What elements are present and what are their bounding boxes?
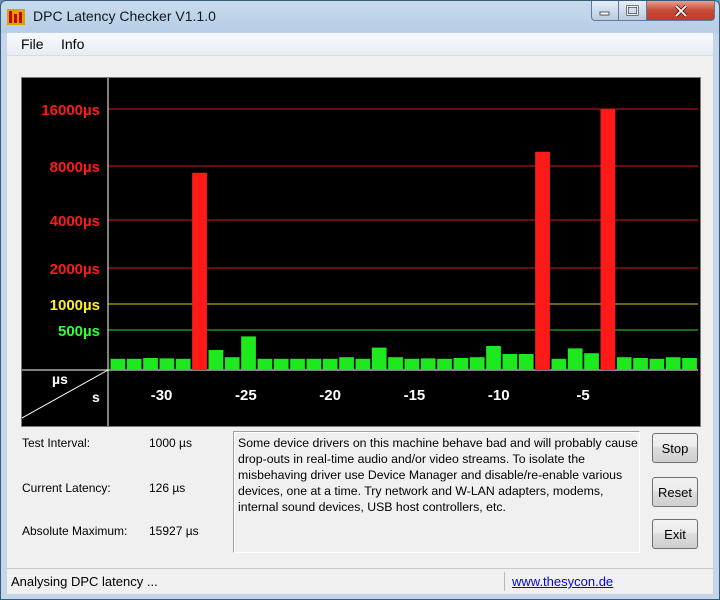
y-tick-label: 4000µs	[50, 213, 100, 230]
maximize-icon	[625, 4, 639, 16]
latency-chart: 16000µs 8000µs 4000µs 2000µs 1000µs 500µs µs s -…	[21, 77, 701, 427]
latency-bar	[584, 353, 599, 370]
close-icon	[674, 4, 687, 17]
x-tick-label: -25	[235, 387, 257, 404]
latency-chart-svg: 16000µs 8000µs 4000µs 2000µs 1000µs 500µs µs s -…	[22, 78, 698, 426]
x-unit-label: s	[92, 389, 100, 405]
latency-bar	[355, 358, 371, 370]
menu-bar: File Info	[7, 33, 713, 56]
latency-bar	[126, 358, 142, 370]
latency-bar	[682, 358, 697, 370]
latency-bar	[649, 358, 665, 370]
message-panel: Some device drivers on this machine beha…	[233, 431, 640, 553]
latency-bar	[388, 357, 403, 370]
latency-bar	[339, 357, 354, 370]
reset-button[interactable]: Reset	[652, 477, 698, 507]
latency-bar	[616, 357, 632, 370]
latency-bar	[486, 346, 501, 370]
minimize-button[interactable]	[591, 1, 619, 21]
diagnostic-message: Some device drivers on this machine beha…	[238, 436, 638, 514]
menu-info[interactable]: Info	[61, 36, 84, 52]
test-interval-value: 1000 µs	[149, 436, 192, 450]
y-tick-label: 2000µs	[50, 261, 100, 278]
x-tick-label: -30	[151, 387, 173, 404]
client-area: File Info 16000µs 8000µs 4000µs 2000µs 1000µ…	[7, 33, 713, 594]
current-latency-value: 126 µs	[149, 481, 186, 495]
latency-bar	[469, 357, 485, 370]
latency-bar	[551, 358, 567, 370]
latency-bar	[241, 336, 256, 370]
test-interval-label: Test Interval:	[22, 436, 91, 450]
stop-button[interactable]: Stop	[652, 433, 698, 463]
x-tick-label: -20	[319, 387, 341, 404]
current-latency-label: Current Latency:	[22, 481, 111, 495]
latency-bar	[175, 358, 191, 370]
latency-bar	[224, 357, 240, 370]
latency-bar	[208, 350, 224, 370]
y-tick-label: 16000µs	[41, 102, 100, 119]
latency-bar	[633, 358, 648, 370]
menu-file[interactable]: File	[21, 36, 44, 52]
latency-bar	[404, 358, 420, 370]
latency-bar	[273, 358, 289, 370]
status-separator	[504, 572, 505, 591]
latency-bar	[143, 358, 158, 370]
close-button[interactable]	[647, 1, 715, 21]
latency-bar	[420, 358, 436, 370]
x-tick-label: -15	[404, 387, 426, 404]
latency-bar	[159, 358, 175, 370]
latency-bar	[371, 347, 387, 370]
y-unit-label: µs	[52, 371, 68, 387]
app-window: DPC Latency Checker V1.1.0 File Info 160…	[0, 0, 720, 600]
status-bar: Analysing DPC latency ... www.thesycon.d…	[7, 568, 713, 594]
latency-bar	[306, 358, 322, 370]
exit-button[interactable]: Exit	[652, 519, 698, 549]
latency-bar	[192, 172, 207, 370]
absolute-maximum-label: Absolute Maximum:	[22, 524, 128, 538]
window-title: DPC Latency Checker V1.1.0	[33, 8, 216, 24]
y-tick-label: 1000µs	[50, 297, 100, 314]
x-tick-label: -5	[576, 387, 589, 404]
latency-bar	[437, 358, 452, 370]
latency-bar	[535, 151, 550, 370]
latency-bar	[453, 358, 469, 370]
latency-bar	[502, 354, 518, 370]
app-icon	[7, 9, 25, 25]
y-tick-label: 8000µs	[50, 159, 100, 176]
x-tick-label: -10	[488, 387, 510, 404]
absolute-maximum-value: 15927 µs	[149, 524, 199, 538]
title-bar[interactable]: DPC Latency Checker V1.1.0	[1, 1, 719, 33]
status-text: Analysing DPC latency ...	[11, 574, 158, 589]
latency-bar	[110, 358, 126, 370]
latency-bar	[665, 357, 681, 370]
latency-bar	[600, 109, 616, 370]
minimize-icon	[599, 11, 610, 15]
latency-bar	[322, 358, 338, 370]
maximize-button[interactable]	[619, 1, 647, 21]
website-link[interactable]: www.thesycon.de	[512, 574, 613, 589]
latency-bar	[257, 358, 273, 370]
latency-bar	[518, 354, 534, 370]
latency-bar	[567, 348, 583, 370]
latency-bar	[290, 358, 305, 370]
y-tick-label: 500µs	[58, 323, 100, 340]
